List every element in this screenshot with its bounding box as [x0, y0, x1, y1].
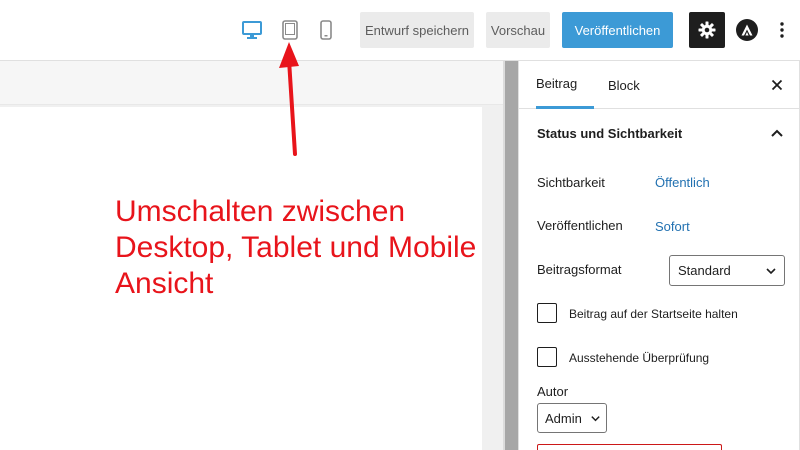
status-visibility-panel-toggle[interactable]: Status und Sichtbarkeit: [519, 109, 800, 157]
sidebar-tabs: Beitrag Block: [519, 61, 800, 109]
author-label: Autor: [537, 384, 569, 399]
editor-toolbar: Entwurf speichern Vorschau Veröffentlich…: [0, 0, 800, 61]
pending-review-label: Ausstehende Überprüfung: [569, 351, 710, 365]
move-to-trash-button[interactable]: [537, 444, 722, 450]
vertical-ellipsis-icon: [780, 22, 784, 38]
panel-title: Status und Sichtbarkeit: [537, 125, 683, 141]
sticky-post-checkbox[interactable]: [537, 303, 557, 323]
save-draft-button[interactable]: Entwurf speichern: [360, 12, 474, 48]
preview-button[interactable]: Vorschau: [486, 12, 550, 48]
post-format-select[interactable]: Standard: [669, 255, 785, 286]
visibility-label: Sichtbarkeit: [537, 175, 605, 190]
mobile-icon: [320, 20, 332, 40]
chevron-up-icon: [771, 129, 783, 137]
visibility-link[interactable]: Öffentlich: [655, 175, 710, 190]
publish-date-link[interactable]: Sofort: [655, 219, 690, 234]
post-format-label: Beitragsformat: [537, 262, 622, 277]
annotation-arrow: [279, 42, 299, 156]
post-format-value: Standard: [678, 263, 731, 278]
annotation-line: Ansicht: [115, 267, 214, 300]
canvas-header-strip: [0, 61, 505, 105]
more-options-button[interactable]: [772, 18, 792, 42]
annotation-text: Umschalten zwischen Desktop, Tablet und …: [115, 194, 515, 302]
astra-logo-icon: [741, 24, 753, 36]
chevron-down-icon: [591, 416, 600, 422]
settings-sidebar: Beitrag Block Status und Sichtbarkeit Si…: [518, 61, 800, 450]
publish-button[interactable]: Veröffentlichen: [562, 12, 673, 48]
close-sidebar-button[interactable]: [767, 75, 787, 95]
tab-block[interactable]: Block: [608, 61, 640, 109]
tab-label: Beitrag: [536, 76, 578, 91]
publish-date-label: Veröffentlichen: [537, 218, 623, 233]
sticky-post-label: Beitrag auf der Startseite halten: [569, 307, 738, 321]
tab-label: Block: [608, 77, 640, 93]
gear-icon: [698, 21, 716, 39]
astra-settings-button[interactable]: [736, 19, 758, 41]
annotation-line: Umschalten zwischen: [115, 195, 406, 228]
tab-post[interactable]: Beitrag: [536, 61, 594, 109]
chevron-down-icon: [766, 268, 776, 275]
author-select[interactable]: Admin: [537, 403, 607, 433]
annotation-line: Desktop, Tablet und Mobile: [115, 231, 477, 264]
pending-review-checkbox[interactable]: [537, 347, 557, 367]
settings-button[interactable]: [689, 12, 725, 48]
close-icon: [771, 79, 783, 91]
author-value: Admin: [545, 410, 582, 426]
